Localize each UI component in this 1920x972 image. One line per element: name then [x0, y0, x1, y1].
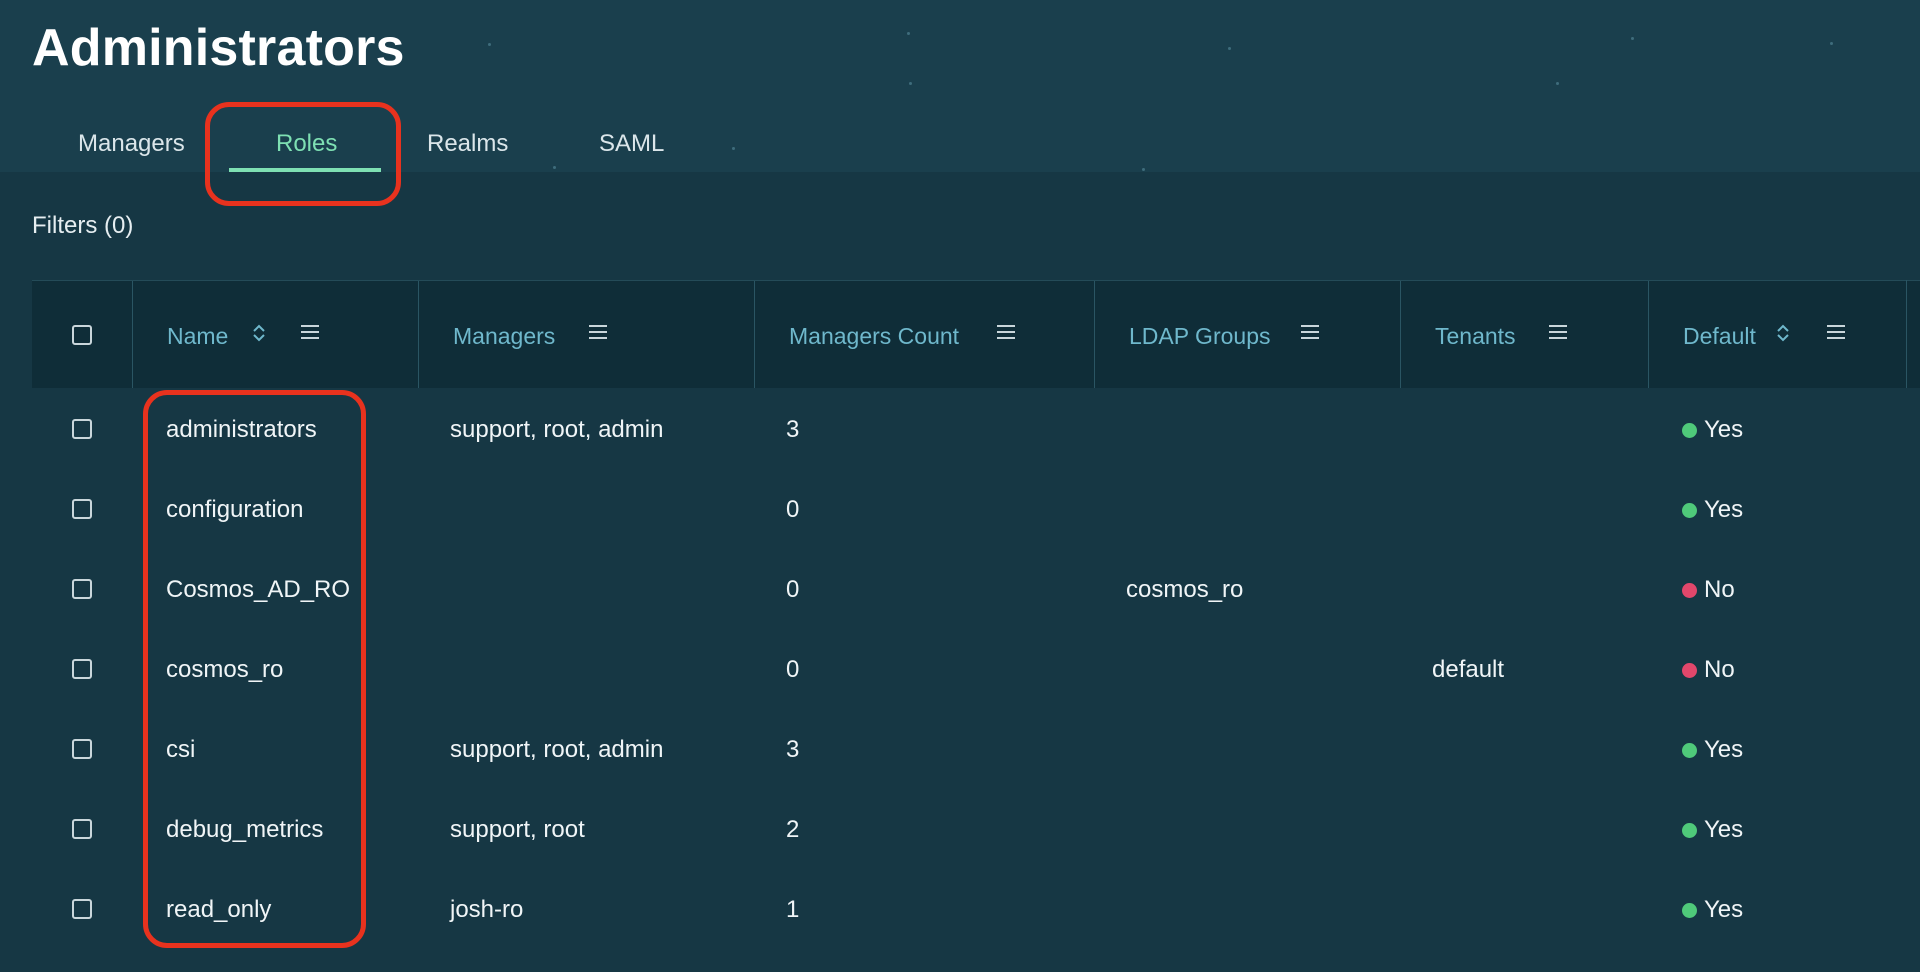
background-star [1556, 82, 1559, 85]
column-menu-icon[interactable] [1547, 321, 1569, 343]
tab-realms[interactable]: Realms [427, 118, 509, 172]
column-label: Managers Count [789, 323, 960, 349]
status-dot-no [1682, 583, 1697, 598]
default-cell: Yes [1704, 816, 1744, 843]
row-checkbox[interactable] [72, 819, 92, 839]
tab-bar: Managers Roles Realms SAML [0, 118, 900, 172]
managers-cell: support, root, admin [450, 736, 664, 763]
administrators-page: Administrators Managers Roles Realms SAM… [0, 0, 1920, 972]
column-label: Name [167, 323, 229, 349]
select-all-header [32, 281, 132, 389]
select-all-checkbox[interactable] [72, 325, 92, 345]
sort-icon[interactable] [251, 321, 267, 345]
tab-label: Realms [427, 130, 509, 157]
background-star [1830, 42, 1833, 45]
column-label: Default [1683, 323, 1756, 349]
managers-cell: josh-ro [450, 896, 524, 923]
managers-cell: support, root, admin [450, 416, 664, 443]
row-checkbox[interactable] [72, 739, 92, 759]
column-header-ldap-groups[interactable]: LDAP Groups [1094, 281, 1400, 389]
role-names-highlight [143, 390, 366, 948]
tab-label: SAML [599, 130, 665, 157]
tenants-cell: default [1432, 656, 1505, 683]
status-dot-yes [1682, 503, 1697, 518]
row-checkbox[interactable] [72, 419, 92, 439]
table-header: Name Managers Managers Count LDAP Groups… [32, 280, 1920, 389]
managers-count-cell: 0 [786, 656, 800, 683]
background-star [488, 43, 491, 46]
managers-count-cell: 3 [786, 736, 800, 763]
column-label: Managers [453, 323, 556, 349]
background-star [909, 82, 912, 85]
column-header-tenants[interactable]: Tenants [1400, 281, 1648, 389]
table-edge [1906, 280, 1907, 388]
column-header-managers[interactable]: Managers [418, 281, 754, 389]
managers-count-cell: 0 [786, 576, 800, 603]
column-header-managers-count[interactable]: Managers Count [754, 281, 1094, 389]
column-header-default[interactable]: Default [1648, 281, 1920, 389]
status-dot-yes [1682, 903, 1697, 918]
managers-cell: support, root [450, 816, 585, 843]
column-header-name[interactable]: Name [132, 281, 418, 389]
column-menu-icon[interactable] [1825, 321, 1847, 343]
tab-label: Managers [78, 130, 185, 157]
tab-saml[interactable]: SAML [599, 118, 665, 172]
sort-icon[interactable] [1775, 321, 1791, 345]
ldap-groups-cell: cosmos_ro [1126, 576, 1244, 603]
tab-managers[interactable]: Managers [78, 118, 186, 172]
column-label: LDAP Groups [1129, 323, 1271, 349]
default-cell: No [1704, 576, 1735, 603]
column-menu-icon[interactable] [587, 321, 609, 343]
default-cell: No [1704, 656, 1735, 683]
row-checkbox[interactable] [72, 899, 92, 919]
default-cell: Yes [1704, 416, 1744, 443]
status-dot-yes [1682, 823, 1697, 838]
page-title: Administrators [32, 19, 405, 77]
background-star [1228, 47, 1231, 50]
managers-count-cell: 3 [786, 416, 800, 443]
default-cell: Yes [1704, 496, 1744, 523]
background-star [907, 32, 910, 35]
row-checkbox[interactable] [72, 579, 92, 599]
default-cell: Yes [1704, 896, 1744, 923]
status-dot-yes [1682, 423, 1697, 438]
background-star [1631, 37, 1634, 40]
background-star [1142, 168, 1145, 171]
roles-tab-highlight [205, 102, 401, 206]
status-dot-yes [1682, 743, 1697, 758]
status-dot-no [1682, 663, 1697, 678]
managers-count-cell: 1 [786, 896, 800, 923]
managers-count-cell: 0 [786, 496, 800, 523]
default-cell: Yes [1704, 736, 1744, 763]
column-menu-icon[interactable] [995, 321, 1017, 343]
filters-toggle[interactable]: Filters (0) [32, 212, 133, 240]
column-menu-icon[interactable] [1299, 321, 1321, 343]
column-menu-icon[interactable] [299, 321, 321, 343]
managers-count-cell: 2 [786, 816, 800, 843]
row-checkbox[interactable] [72, 499, 92, 519]
column-label: Tenants [1435, 323, 1516, 349]
row-checkbox[interactable] [72, 659, 92, 679]
